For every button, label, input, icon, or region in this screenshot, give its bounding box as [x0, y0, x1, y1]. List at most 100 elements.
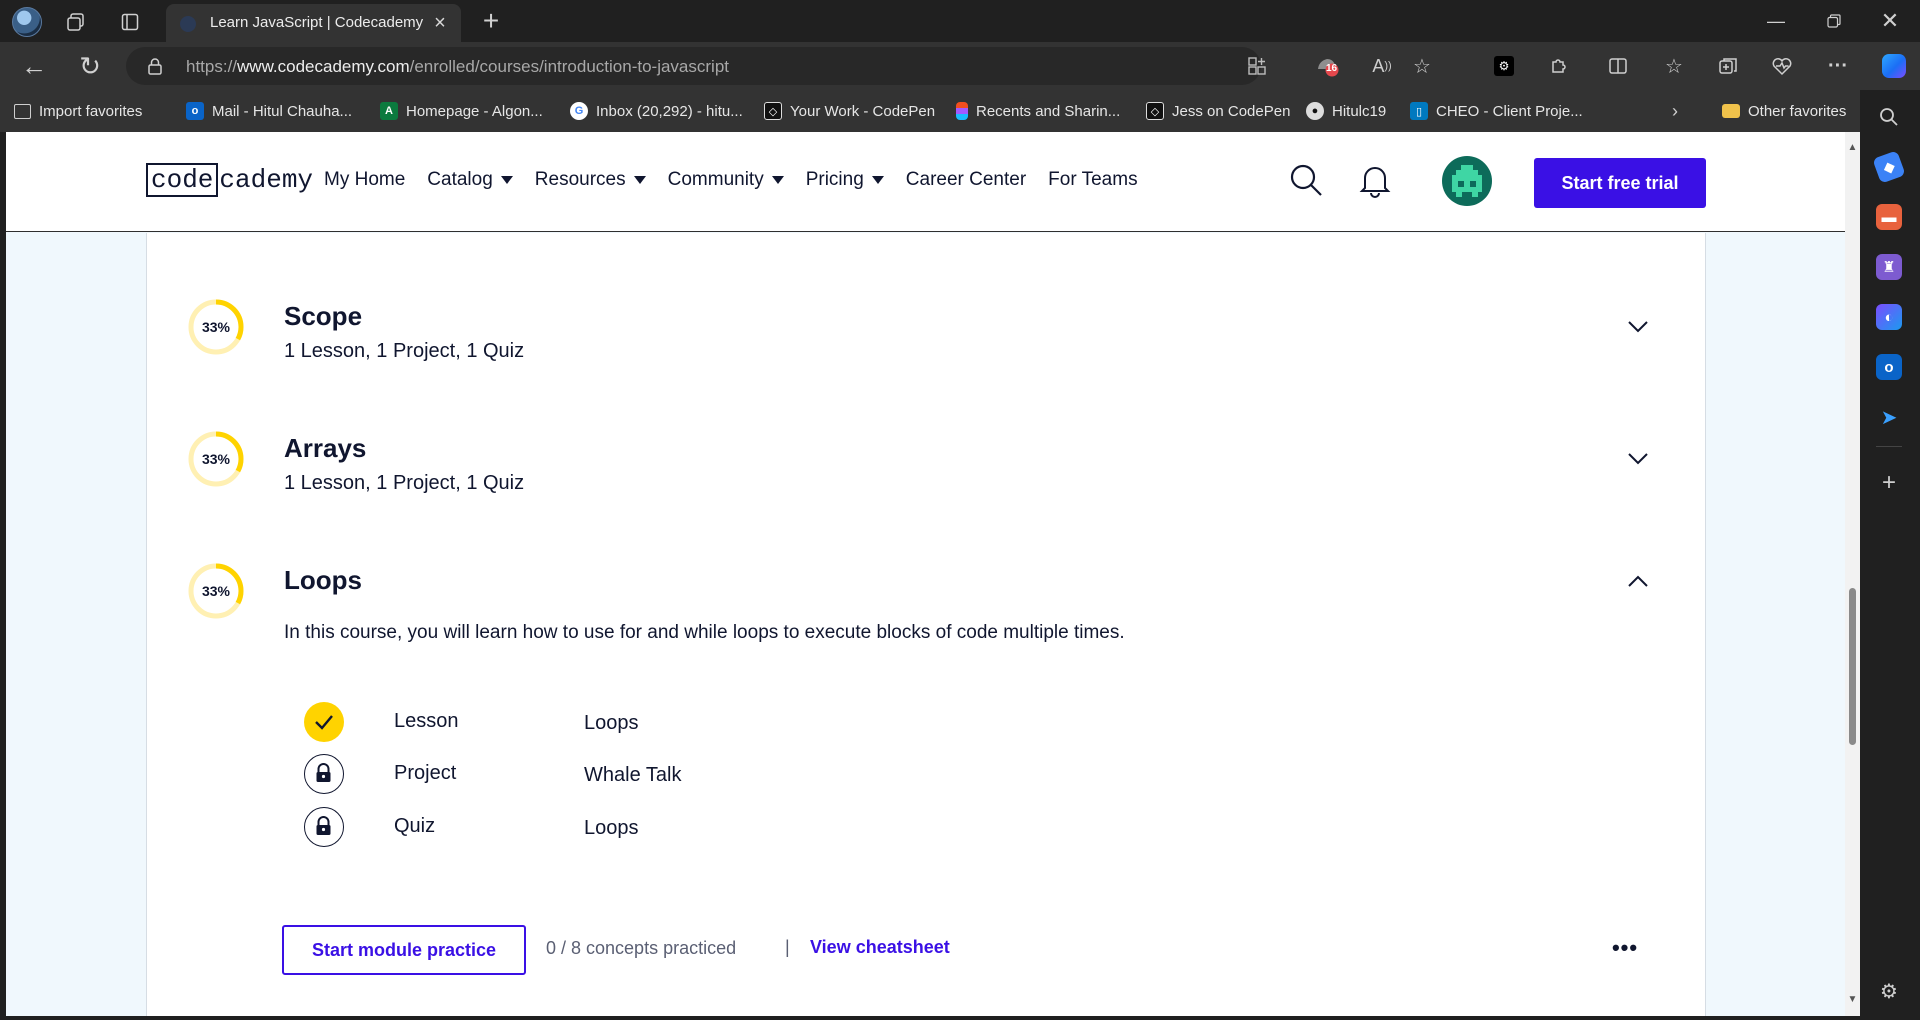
favorite-codepen-jess[interactable]: ◇ Jess on CodePen [1146, 98, 1290, 124]
outlook-icon: o [186, 102, 204, 120]
tools-icon[interactable]: ▬ [1876, 204, 1902, 230]
browser-toolbar: ← ↻ https://www.codecademy.com/enrolled/… [0, 42, 1920, 90]
extension-black-icon[interactable]: ⚙ [1488, 50, 1520, 82]
nav-label: Catalog [427, 169, 493, 190]
split-screen-icon[interactable] [1602, 50, 1634, 82]
url-domain: www.codecademy.com [237, 57, 410, 76]
copilot-icon[interactable] [1878, 50, 1910, 82]
restore-icon[interactable] [1816, 6, 1852, 36]
nav-community[interactable]: Community [668, 169, 784, 191]
favorite-gmail[interactable]: G Inbox (20,292) - hitu... [570, 98, 743, 124]
favorite-label: Mail - Hitul Chauha... [212, 102, 353, 120]
syllabus-card: 33% Scope 1 Lesson, 1 Project, 1 Quiz 33… [146, 233, 1706, 1016]
scroll-up-arrow-icon[interactable]: ▲ [1847, 142, 1858, 153]
chevron-right-icon[interactable]: › [1662, 98, 1688, 124]
favorite-mail[interactable]: o Mail - Hitul Chauha... [186, 98, 352, 124]
scroll-down-arrow-icon[interactable]: ▼ [1847, 994, 1858, 1005]
nav-for-teams[interactable]: For Teams [1048, 169, 1137, 191]
notification-bell-icon[interactable] [1358, 162, 1392, 198]
nav-label: Resources [534, 169, 626, 190]
module-subtitle: 1 Lesson, 1 Project, 1 Quiz [284, 340, 525, 362]
new-tab-icon[interactable]: + [476, 5, 506, 36]
nav-pricing[interactable]: Pricing [806, 169, 884, 191]
lock-icon[interactable] [146, 57, 164, 75]
view-cheatsheet-link[interactable]: View cheatsheet [810, 937, 950, 958]
start-free-trial-button[interactable]: Start free trial [1534, 158, 1706, 208]
shopping-tag-icon[interactable]: ◆ [1872, 150, 1906, 184]
browser-essentials-icon[interactable] [1766, 50, 1798, 82]
window-close-icon[interactable]: ✕ [1872, 6, 1908, 36]
user-avatar[interactable] [1442, 156, 1492, 206]
url-path: /enrolled/courses/introduction-to-javasc… [409, 57, 729, 76]
chevron-up-icon[interactable] [1625, 569, 1651, 595]
content-type: Lesson [394, 710, 459, 732]
edge-sidebar: ◆ ▬ ♜ ◐ o ➤ + ⚙ [1860, 90, 1920, 1020]
chevron-down-icon[interactable] [1625, 313, 1651, 339]
progress-percent: 33% [201, 583, 231, 599]
extension-badge-count: 16 [1326, 63, 1338, 74]
favorite-github[interactable]: ● Hitulc19 [1306, 98, 1386, 124]
address-bar[interactable]: https://www.codecademy.com/enrolled/cour… [126, 47, 1431, 85]
favorite-other-folder[interactable]: Other favorites [1722, 98, 1846, 124]
more-menu-icon[interactable]: ··· [1822, 50, 1854, 82]
reload-icon[interactable]: ↻ [74, 50, 106, 82]
tab-active[interactable]: Learn JavaScript | Codecademy × [166, 4, 461, 42]
figma-icon [956, 102, 968, 120]
app-available-icon[interactable] [1241, 50, 1273, 82]
content-name[interactable]: Loops [584, 817, 639, 840]
favorite-label: CHEO - Client Proje... [1436, 102, 1583, 120]
page-scrollbar[interactable]: ▲ ▼ [1845, 132, 1860, 1016]
nav-label: My Home [324, 169, 406, 190]
favorite-star-icon[interactable]: ☆ [1406, 50, 1438, 82]
read-aloud-icon[interactable]: A)) [1366, 50, 1398, 82]
settings-gear-icon[interactable]: ⚙ [1876, 978, 1902, 1004]
favorite-codepen-work[interactable]: ◇ Your Work - CodePen [764, 98, 935, 124]
scrollbar-thumb[interactable] [1849, 588, 1856, 745]
favorite-label: Jess on CodePen [1172, 102, 1291, 120]
vertical-tabs-icon[interactable] [116, 8, 144, 36]
extension-badge-icon[interactable]: 16 [1311, 50, 1343, 82]
send-icon[interactable]: ➤ [1876, 404, 1902, 430]
search-icon[interactable] [1876, 104, 1902, 130]
nav-career-center[interactable]: Career Center [906, 169, 1026, 191]
tab-close-icon[interactable]: × [429, 12, 451, 34]
nav-label: Career Center [905, 169, 1027, 190]
progress-percent: 33% [201, 451, 231, 467]
nav-label: For Teams [1048, 169, 1138, 190]
nav-resources[interactable]: Resources [535, 169, 646, 191]
games-icon[interactable]: ♜ [1876, 254, 1902, 280]
content-type: Quiz [394, 815, 436, 837]
favorite-label: Homepage - Algon... [406, 102, 543, 120]
checkmark-icon [304, 702, 344, 742]
favorite-import[interactable]: Import favorites [14, 98, 142, 124]
collections-icon[interactable] [1712, 50, 1744, 82]
favorite-algonquin[interactable]: A Homepage - Algon... [380, 98, 543, 124]
search-icon[interactable] [1288, 162, 1324, 198]
progress-ring: 33% [187, 562, 245, 620]
favorites-list-icon[interactable]: ☆ [1658, 50, 1690, 82]
nav-my-home[interactable]: My Home [324, 169, 405, 191]
outlook-icon[interactable]: o [1876, 354, 1902, 380]
microsoft-365-icon[interactable]: ◐ [1876, 304, 1902, 330]
favorite-trello[interactable]: ▯ CHEO - Client Proje... [1410, 98, 1583, 124]
content-name[interactable]: Whale Talk [584, 764, 681, 787]
workspaces-icon[interactable] [62, 8, 90, 36]
site-header: code cademy My Home Catalog Resources Com… [6, 132, 1845, 232]
progress-ring: 33% [187, 430, 245, 488]
more-options-icon[interactable]: ••• [1610, 935, 1640, 961]
start-module-practice-button[interactable]: Start module practice [282, 925, 526, 975]
favorite-figma[interactable]: Recents and Sharin... [956, 98, 1120, 124]
profile-avatar[interactable] [12, 7, 42, 37]
url-text[interactable]: https://www.codecademy.com/enrolled/cour… [186, 57, 729, 77]
extensions-puzzle-icon[interactable] [1543, 50, 1575, 82]
content-name[interactable]: Loops [584, 712, 639, 735]
minimize-icon[interactable]: — [1758, 6, 1794, 36]
main-nav: My Home Catalog Resources Community Pric… [324, 162, 1138, 198]
chevron-down-icon[interactable] [1625, 445, 1651, 471]
back-arrow-icon[interactable]: ← [18, 50, 50, 82]
codecademy-logo[interactable]: code cademy [146, 162, 313, 198]
nav-catalog[interactable]: Catalog [427, 169, 513, 191]
caret-down-icon [633, 176, 646, 184]
add-icon[interactable]: + [1876, 469, 1902, 496]
codecademy-favicon-icon [180, 16, 196, 32]
